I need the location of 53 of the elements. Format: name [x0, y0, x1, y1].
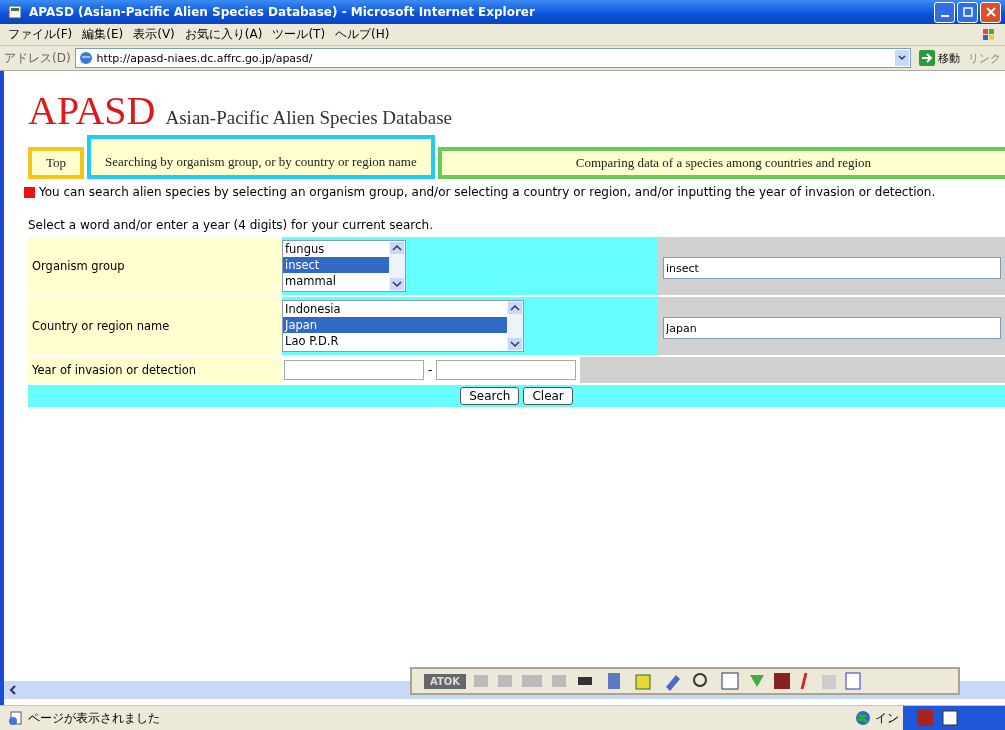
year-from-field[interactable]: [284, 360, 424, 380]
close-icon: [985, 7, 996, 17]
menu-item[interactable]: ツール(T): [272, 26, 326, 43]
bullet-icon: [24, 187, 35, 198]
range-separator: -: [428, 363, 433, 377]
menu-item[interactable]: 表示(V): [133, 26, 175, 43]
address-field[interactable]: http://apasd-niaes.dc.affrc.go.jp/apasd/: [74, 48, 911, 68]
arrow-icon: [919, 50, 935, 66]
field-label: Year of invasion or detection: [28, 357, 282, 383]
list-option[interactable]: mammal: [283, 273, 389, 289]
form-button[interactable]: Clear: [523, 387, 573, 405]
form-button[interactable]: Search: [460, 387, 520, 405]
list-option[interactable]: fungus: [283, 241, 389, 257]
go-button[interactable]: 移動: [915, 50, 964, 66]
ime-mode-button[interactable]: ATOK: [424, 673, 467, 689]
list-box[interactable]: fungus insect mammal: [282, 240, 406, 292]
menu-item[interactable]: ヘルプ(H): [335, 26, 390, 43]
windows-flag-icon: [981, 26, 997, 43]
intro-text: You can search alien species by selecting an organism group, and/or selecting a country or region, and/or inputting the year of invasion or detection.: [39, 185, 937, 200]
address-label: アドレス(D): [4, 49, 71, 67]
year-to-field[interactable]: [436, 360, 577, 380]
list-option[interactable]: Japan: [283, 317, 507, 333]
text-field[interactable]: Japan: [663, 317, 1001, 339]
globe-icon: [855, 710, 871, 726]
maximize-icon: [962, 7, 973, 17]
site-logo: APASD: [28, 89, 156, 133]
menu-item[interactable]: 編集(E): [82, 26, 124, 43]
scroll-left-icon[interactable]: [8, 684, 18, 696]
zone-text: イン: [875, 709, 899, 727]
nav-tab[interactable]: Comparing data of a species among countries and region: [437, 147, 1005, 179]
menu-item[interactable]: ファイル(F): [8, 26, 73, 43]
minimize-button[interactable]: [934, 1, 955, 23]
list-option[interactable]: Indonesia: [283, 301, 507, 317]
instruction-text: Select a word and/or enter a year (4 digits) for your current search.: [28, 218, 434, 233]
status-text: ページが表示されました: [28, 709, 160, 727]
list-box[interactable]: Indonesia Japan Lao P.D.R: [282, 300, 524, 352]
scrollbar-icon[interactable]: [507, 301, 523, 351]
browser-page-icon: [8, 4, 24, 20]
minimize-icon: [940, 15, 949, 17]
text-field[interactable]: insect: [663, 257, 1001, 279]
close-button[interactable]: [980, 1, 1001, 23]
field-label: Country or region name: [28, 297, 282, 355]
window-title: APASD (Asian-Pacific Alien Species Database) - Microsoft Internet Explorer: [29, 5, 536, 19]
field-label: Organism group: [28, 237, 282, 295]
list-option[interactable]: Lao P.D.R: [283, 333, 507, 349]
scrollbar-icon[interactable]: [389, 241, 405, 291]
nav-tab[interactable]: Searching by organism group, or by country or region name: [87, 135, 435, 179]
nav-tab[interactable]: Top: [28, 147, 85, 179]
maximize-button[interactable]: [957, 1, 978, 23]
list-option[interactable]: insect: [283, 257, 389, 273]
menu-item[interactable]: お気に入り(A): [184, 26, 263, 43]
site-subtitle: Asian-Pacific Alien Species Database: [165, 107, 452, 129]
dropdown-icon[interactable]: [895, 50, 909, 66]
